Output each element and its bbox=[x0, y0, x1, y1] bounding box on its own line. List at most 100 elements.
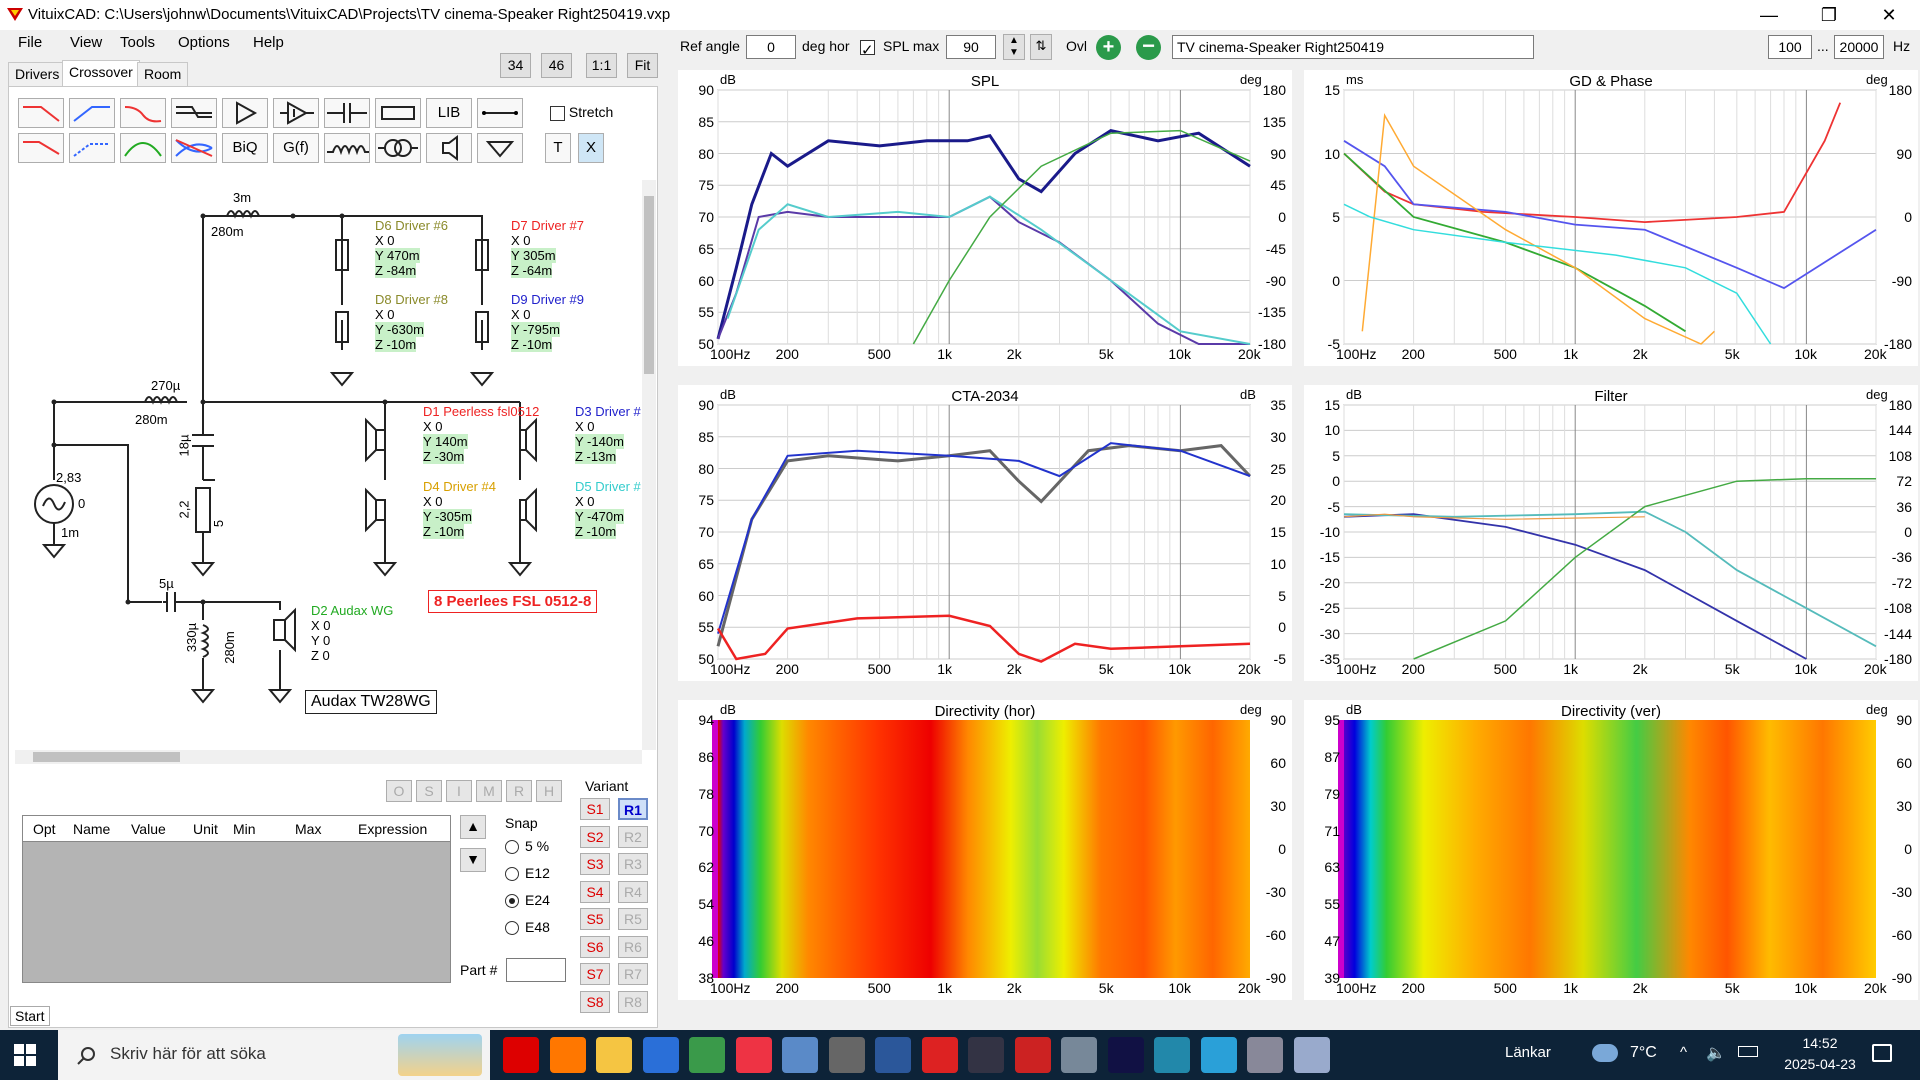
windows-start-icon[interactable] bbox=[14, 1044, 36, 1066]
zoom-46-button[interactable]: 46 bbox=[541, 53, 572, 78]
opt-s-button[interactable]: S bbox=[416, 780, 442, 802]
snap-e24-radio[interactable]: E24 bbox=[505, 892, 550, 909]
freq-min-input[interactable]: 100 bbox=[1768, 35, 1812, 59]
menu-view[interactable]: View bbox=[70, 34, 102, 51]
links-toolbar[interactable]: Länkar bbox=[1505, 1044, 1551, 1061]
vituixcad-icon[interactable] bbox=[1014, 1037, 1051, 1073]
project-name-input[interactable]: TV cinema-Speaker Right250419 bbox=[1172, 35, 1534, 59]
delete-tool-button[interactable]: X bbox=[578, 133, 604, 163]
weather-temp[interactable]: 7°C bbox=[1630, 1044, 1657, 1062]
snap-e12-radio[interactable]: E12 bbox=[505, 865, 550, 882]
transformer-icon[interactable] bbox=[375, 133, 421, 163]
chart-plot[interactable] bbox=[1304, 70, 1918, 366]
highpass-1st-icon[interactable] bbox=[69, 133, 115, 163]
chart-plot[interactable] bbox=[1304, 385, 1918, 681]
opt-o-button[interactable]: O bbox=[386, 780, 412, 802]
chart-cta[interactable]: CTA-2034 dB dB 90 85 80 75 70 65 60 55 50 35 30 25 20 15… bbox=[678, 385, 1292, 681]
schematic-canvas[interactable]: 3m 280m 270µ 280m 18µ 2,2 5 2,83 0 1m 5µ… bbox=[15, 180, 642, 750]
variant-r6-button[interactable]: R6 bbox=[618, 935, 648, 958]
notch-filter-icon[interactable] bbox=[120, 98, 166, 128]
col-min[interactable]: Min bbox=[233, 821, 256, 837]
delay-icon[interactable] bbox=[273, 98, 319, 128]
remote-desktop-icon[interactable] bbox=[782, 1037, 818, 1073]
opt-m-button[interactable]: M bbox=[476, 780, 502, 802]
chart-plot[interactable] bbox=[678, 385, 1292, 681]
chart-spl[interactable]: SPL dB deg 90 85 80 75 70 65 60 55 50 180 135 90 45 0 -45… bbox=[678, 70, 1292, 366]
stretch-checkbox[interactable]: Stretch bbox=[550, 104, 613, 121]
office-icon[interactable] bbox=[735, 1037, 772, 1073]
notes-icon[interactable] bbox=[1293, 1037, 1330, 1073]
shelf-filter-icon[interactable] bbox=[171, 98, 217, 128]
variant-r4-button[interactable]: R4 bbox=[618, 880, 648, 903]
opt-h-button[interactable]: H bbox=[536, 780, 562, 802]
telegram-icon[interactable] bbox=[1200, 1037, 1237, 1073]
resistor-icon[interactable] bbox=[375, 98, 421, 128]
speaker-icon[interactable] bbox=[426, 133, 472, 163]
chart-gd[interactable]: GD & Phase ms deg 15 10 5 0 -5 180 90 0 -90 -180 100H… bbox=[1304, 70, 1918, 366]
biquad-button[interactable]: BiQ bbox=[222, 133, 268, 163]
spl-max-input[interactable]: 90 bbox=[946, 35, 996, 59]
schematic-vscroll[interactable] bbox=[642, 180, 656, 750]
settings-icon[interactable] bbox=[1247, 1037, 1283, 1073]
add-overlay-button[interactable]: + bbox=[1096, 35, 1121, 60]
note-peerless[interactable]: 8 Peerlees FSL 0512-8 bbox=[428, 590, 598, 613]
variant-r1-button[interactable]: R1 bbox=[618, 798, 648, 820]
col-max[interactable]: Max bbox=[295, 821, 321, 837]
variant-r7-button[interactable]: R7 bbox=[618, 963, 648, 985]
spl-max-checkbox[interactable]: ✓ bbox=[860, 38, 875, 59]
volume-icon[interactable]: 🔈 bbox=[1706, 1043, 1726, 1063]
col-name[interactable]: Name bbox=[73, 821, 110, 837]
opt-i-button[interactable]: I bbox=[446, 780, 472, 802]
freq-max-input[interactable]: 20000 bbox=[1834, 35, 1884, 59]
tab-crossover[interactable]: Crossover bbox=[62, 60, 140, 86]
opera-icon[interactable] bbox=[503, 1037, 539, 1073]
word-icon[interactable] bbox=[875, 1037, 911, 1073]
tab-room[interactable]: Room bbox=[137, 62, 189, 86]
gf-button[interactable]: G(f) bbox=[273, 133, 319, 163]
note-audax[interactable]: Audax TW28WG bbox=[305, 690, 437, 714]
viewer-icon[interactable] bbox=[1061, 1037, 1097, 1073]
menu-file[interactable]: File bbox=[18, 34, 42, 51]
battery-icon[interactable] bbox=[1738, 1046, 1758, 1057]
capacitor-icon[interactable] bbox=[324, 98, 370, 128]
col-opt[interactable]: Opt bbox=[33, 821, 56, 837]
schematic-hscroll[interactable] bbox=[15, 750, 642, 764]
ground-icon[interactable] bbox=[477, 133, 523, 163]
zoom-34-button[interactable]: 34 bbox=[500, 53, 531, 78]
variant-r2-button[interactable]: R2 bbox=[618, 825, 648, 848]
lowpass-filter-icon[interactable] bbox=[18, 98, 64, 128]
snap-e48-radio[interactable]: E48 bbox=[505, 919, 550, 936]
maximize-button[interactable]: ❐ bbox=[1800, 0, 1858, 30]
chart-dirh[interactable]: Directivity (hor) dB deg 94 86 78 70 62 54 46 38 90… bbox=[678, 700, 1292, 1000]
buffer-icon[interactable] bbox=[222, 98, 268, 128]
menu-help[interactable]: Help bbox=[253, 34, 284, 51]
mail-icon[interactable] bbox=[642, 1037, 679, 1073]
variant-r8-button[interactable]: R8 bbox=[618, 990, 648, 1013]
calculator-icon[interactable] bbox=[828, 1037, 865, 1073]
zoom-fit-button[interactable]: Fit bbox=[627, 53, 658, 78]
menu-tools[interactable]: Tools bbox=[120, 34, 155, 51]
move-up-button[interactable]: ▲ bbox=[460, 815, 486, 839]
clock-date[interactable]: 2025-04-23 bbox=[1770, 1056, 1870, 1072]
library-button[interactable]: LIB bbox=[426, 98, 472, 128]
rew-icon[interactable] bbox=[1107, 1037, 1144, 1073]
remove-overlay-button[interactable]: − bbox=[1136, 35, 1161, 60]
spl-spinner[interactable]: ▲ ▼ bbox=[1003, 34, 1025, 60]
app-icon[interactable] bbox=[968, 1037, 1004, 1073]
inductor-icon[interactable] bbox=[324, 133, 370, 163]
file-explorer-icon[interactable] bbox=[596, 1037, 632, 1073]
lowpass-1st-icon[interactable] bbox=[18, 133, 64, 163]
weather-icon[interactable] bbox=[1592, 1044, 1618, 1062]
close-button[interactable]: ✕ bbox=[1860, 0, 1918, 30]
variant-s1-button[interactable]: S1 bbox=[580, 798, 610, 820]
firefox-icon[interactable] bbox=[549, 1037, 586, 1073]
col-value[interactable]: Value bbox=[131, 821, 166, 837]
variant-s2-button[interactable]: S2 bbox=[580, 825, 610, 848]
variant-r3-button[interactable]: R3 bbox=[618, 853, 648, 875]
menu-options[interactable]: Options bbox=[178, 34, 230, 51]
clock-time[interactable]: 14:52 bbox=[1790, 1035, 1850, 1051]
wire-icon[interactable] bbox=[477, 98, 523, 128]
photos-icon[interactable] bbox=[1154, 1037, 1190, 1073]
variant-s7-button[interactable]: S7 bbox=[580, 963, 610, 985]
chart-filter[interactable]: Filter dB deg 15 10 5 0 -5 -10 -15 -20 -25 -30 -35 180… bbox=[1304, 385, 1918, 681]
